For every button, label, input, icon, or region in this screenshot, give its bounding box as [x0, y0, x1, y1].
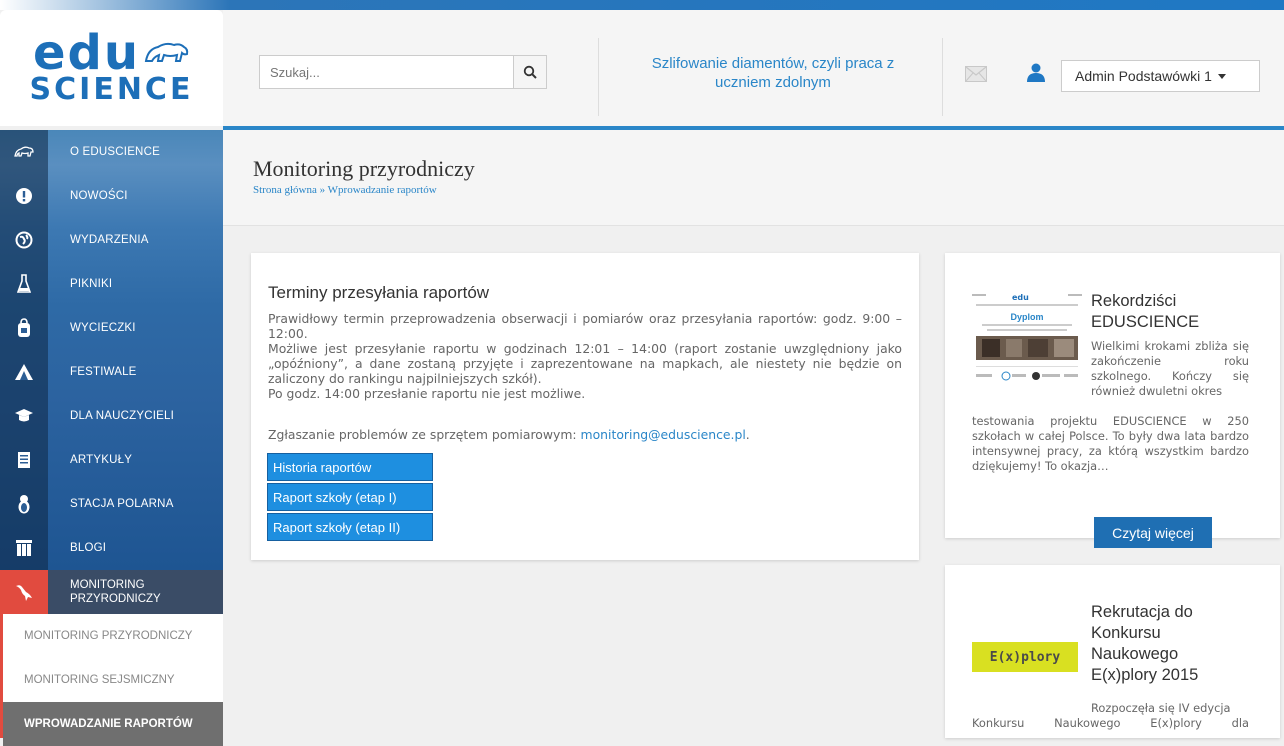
sidebar-item-label: MONITORING [70, 579, 145, 591]
news-excerpt: Wielkimi krokami zbliża się zakończenie … [1091, 339, 1249, 398]
news-excerpt: testowania projektu EDUSCIENCE w 250 szk… [972, 414, 1249, 473]
sidebar-item-label: STACJA POLARNA [70, 498, 174, 510]
sidebar-item-wydarzenia[interactable]: WYDARZENIA [0, 218, 223, 262]
thumb-label: Dyplom [1010, 312, 1043, 322]
sidebar-item-blogi[interactable]: BLOGI [0, 526, 223, 570]
contact-line: Zgłaszanie problemów ze sprzętem pomiaro… [268, 427, 750, 442]
news-card: edu Dyplom Rekordziści EDUSCIENCE Wielki… [945, 253, 1280, 548]
user-icon [1027, 63, 1045, 82]
mail-icon[interactable] [965, 66, 987, 82]
logo-text-bottom: SCIENCE [29, 72, 194, 107]
search-box [259, 55, 547, 89]
diploma-image: edu Dyplom [972, 290, 1082, 397]
logo[interactable]: edu SCIENCE [0, 10, 223, 126]
polar-bear-icon [0, 145, 48, 159]
search-button[interactable] [513, 55, 547, 89]
sidebar-item-artykuly[interactable]: ARTYKUŁY [0, 438, 223, 482]
sidebar-submenu: MONITORING PRZYRODNICZY MONITORING SEJSM… [0, 614, 223, 746]
svg-text:edu: edu [1012, 293, 1029, 302]
history-reports-button[interactable]: Historia raportów [267, 453, 433, 481]
header-separator [598, 38, 599, 116]
polar-bear-icon [144, 42, 189, 62]
user-name: Admin Podstawówki 1 [1075, 68, 1212, 84]
explory-logo: E(x)plory [972, 642, 1078, 672]
submenu-item-monitoring-sejsmiczny[interactable]: MONITORING SEJSMICZNY [3, 658, 223, 702]
penguin-icon [0, 494, 48, 514]
graduation-cap-icon [0, 408, 48, 424]
sidebar-item-label: PRZYRODNICZY [70, 593, 161, 605]
read-more-button[interactable]: Czytaj więcej [1094, 517, 1212, 548]
sidebar-item-o-eduscience[interactable]: O EDUSCIENCE [0, 130, 223, 174]
paragraph: Możliwe jest przesyłanie raportu w godzi… [268, 341, 902, 386]
sidebar-item-dla-nauczycieli[interactable]: DLA NAUCZYCIELI [0, 394, 223, 438]
sidebar-item-label: WYCIECZKI [70, 322, 136, 334]
news-excerpt: Konkursu Naukowego E(x)plory dla [972, 716, 1249, 730]
sidebar-item-label: FESTIWALE [70, 366, 137, 378]
backpack-icon [0, 318, 48, 338]
sidebar-item-label: PIKNIKI [70, 278, 113, 290]
search-input[interactable] [259, 55, 513, 89]
tent-icon [0, 363, 48, 381]
submenu-item-wprowadzanie-raportow[interactable]: WPROWADZANIE RAPORTÓW [3, 702, 223, 746]
sidebar-item-label: NOWOŚCI [70, 190, 128, 202]
sidebar-item-pikniki[interactable]: PIKNIKI [0, 262, 223, 306]
sidebar-item-label: ARTYKUŁY [70, 454, 133, 466]
sidebar-item-monitoring-przyrodniczy[interactable]: MONITORING PRZYRODNICZY [0, 570, 223, 614]
news-title[interactable]: Rekordziści EDUSCIENCE [1091, 291, 1231, 333]
sidebar-item-label: DLA NAUCZYCIELI [70, 410, 174, 422]
exclamation-icon [0, 187, 48, 205]
sidebar-item-wycieczki[interactable]: WYCIECZKI [0, 306, 223, 350]
header: Szlifowanie diamentów, czyli praca z ucz… [223, 10, 1284, 126]
sidebar-item-label: WYDARZENIA [70, 234, 149, 246]
reports-card: Terminy przesyłania raportów Prawidłowy … [251, 253, 919, 560]
sidebar: O EDUSCIENCE NOWOŚCI WYDARZENIA PIKNIKI … [0, 130, 223, 746]
document-icon [0, 451, 48, 469]
sidebar-background: O EDUSCIENCE NOWOŚCI WYDARZENIA PIKNIKI … [0, 130, 223, 570]
news-thumbnail[interactable]: E(x)plory [972, 602, 1082, 709]
school-report-stage2-button[interactable]: Raport szkoły (etap II) [267, 513, 433, 541]
people-icon [0, 539, 48, 557]
sidebar-item-festiwale[interactable]: FESTIWALE [0, 350, 223, 394]
sidebar-item-nowosci[interactable]: NOWOŚCI [0, 174, 223, 218]
card-title: Terminy przesyłania raportów [268, 283, 490, 302]
school-report-stage1-button[interactable]: Raport szkoły (etap I) [267, 483, 433, 511]
chevron-down-icon [1217, 73, 1226, 79]
user-menu-button[interactable]: Admin Podstawówki 1 [1061, 60, 1260, 92]
news-thumbnail[interactable]: edu Dyplom [972, 290, 1082, 397]
news-title[interactable]: Rekrutacja do Konkursu Naukowego E(x)plo… [1091, 602, 1223, 686]
sidebar-item-label: O EDUSCIENCE [70, 146, 160, 158]
submenu-item-monitoring-przyrodniczy[interactable]: MONITORING PRZYRODNICZY [3, 614, 223, 658]
header-separator [942, 38, 943, 116]
contact-email-link[interactable]: monitoring@eduscience.pl [581, 427, 746, 442]
bird-icon [0, 570, 48, 614]
news-excerpt: Rozpoczęła się IV edycja [1091, 701, 1231, 715]
sidebar-item-stacja-polarna[interactable]: STACJA POLARNA [0, 482, 223, 526]
logo-text-top: edu [32, 25, 141, 81]
header-tagline-link[interactable]: Szlifowanie diamentów, czyli praca z ucz… [623, 54, 923, 92]
globe-icon [0, 231, 48, 249]
card-text: Prawidłowy termin przeprowadzenia obserw… [268, 311, 902, 401]
paragraph: Prawidłowy termin przeprowadzenia obserw… [268, 311, 902, 341]
page-header: Monitoring przyrodniczy Strona główna » … [223, 130, 1284, 226]
flask-icon [0, 274, 48, 294]
paragraph: Po godz. 14:00 przesłanie raportu nie je… [268, 386, 586, 401]
page-title: Monitoring przyrodniczy [253, 156, 475, 181]
breadcrumb[interactable]: Strona główna » Wprowadzanie raportów [253, 184, 437, 196]
news-card: E(x)plory Rekrutacja do Konkursu Naukowe… [945, 565, 1280, 738]
top-stripe [0, 0, 1284, 10]
search-icon [523, 65, 537, 79]
sidebar-item-label: BLOGI [70, 542, 107, 554]
